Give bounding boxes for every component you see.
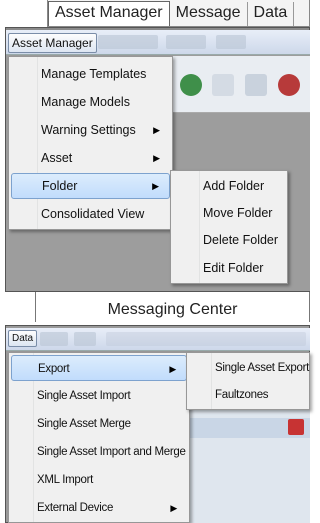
chevron-right-icon: ▶	[170, 503, 177, 513]
menu-item-edit-folder[interactable]: Edit Folder	[173, 255, 285, 281]
tool-icon[interactable]	[245, 74, 267, 96]
chevron-right-icon: ▶	[153, 125, 160, 135]
menubar-data[interactable]: Data	[8, 330, 38, 347]
tool-icon[interactable]	[212, 74, 234, 96]
tab-data[interactable]: Data	[248, 2, 295, 26]
top-tab-strip: Asset Manager Message Data	[47, 0, 310, 27]
menubar-blurred-items	[40, 332, 68, 346]
chevron-right-icon: ▶	[169, 364, 176, 374]
menu-item-manage-models[interactable]: Manage Models	[11, 89, 170, 115]
menu-item-xml-import[interactable]: XML Import	[11, 467, 187, 493]
menubar-blurred-items	[98, 35, 158, 49]
menu-item-single-asset-import[interactable]: Single Asset Import	[11, 383, 187, 409]
menubar-blurred-items	[106, 332, 306, 346]
menubar-asset-manager[interactable]: Asset Manager	[8, 33, 97, 53]
menu-item-warning-settings[interactable]: Warning Settings ▶	[11, 117, 170, 143]
data-menu: Export ▶ Single Asset Import Single Asset…	[8, 352, 190, 523]
menu-item-add-folder[interactable]: Add Folder	[173, 173, 285, 199]
toolbar	[150, 56, 310, 113]
asset-manager-menu: Manage Templates Manage Models Warning S…	[8, 56, 173, 230]
menubar-blurred-items	[166, 35, 206, 49]
menu-item-move-folder[interactable]: Move Folder	[173, 200, 285, 226]
menu-item-delete-folder[interactable]: Delete Folder	[173, 227, 285, 253]
menu-item-single-asset-merge[interactable]: Single Asset Merge	[11, 411, 187, 437]
menu-item-export[interactable]: Export ▶	[11, 355, 187, 381]
menu-item-folder[interactable]: Folder ▶	[11, 173, 170, 199]
folder-submenu: Add Folder Move Folder Delete Folder Edi…	[170, 170, 288, 284]
tab-asset-manager[interactable]: Asset Manager	[48, 1, 170, 26]
chevron-right-icon: ▶	[152, 181, 159, 191]
data-menubar: Data	[6, 328, 310, 351]
menu-item-asset[interactable]: Asset ▶	[11, 145, 170, 171]
red-circle-icon[interactable]	[278, 74, 300, 96]
export-submenu: Single Asset Export Faultzones	[186, 352, 310, 410]
messaging-center-title: Messaging Center	[35, 292, 310, 322]
tab-message[interactable]: Message	[170, 2, 248, 26]
menu-item-consolidated-view[interactable]: Consolidated View	[11, 201, 170, 227]
chevron-right-icon: ▶	[153, 153, 160, 163]
background-grid-panel	[190, 410, 310, 523]
asset-menubar: Asset Manager	[6, 30, 310, 55]
menu-item-manage-templates[interactable]: Manage Templates	[11, 61, 170, 87]
green-circle-icon[interactable]	[180, 74, 202, 96]
menu-item-faultzones[interactable]: Faultzones	[189, 382, 307, 408]
menu-item-single-asset-export[interactable]: Single Asset Export	[189, 355, 309, 381]
menu-item-external-device[interactable]: External Device ▶	[11, 495, 187, 521]
menu-item-single-asset-import-and-merge[interactable]: Single Asset Import and Merge	[11, 439, 187, 465]
red-square-icon	[288, 419, 304, 435]
menubar-blurred-items	[216, 35, 246, 49]
menubar-blurred-items	[74, 332, 96, 346]
